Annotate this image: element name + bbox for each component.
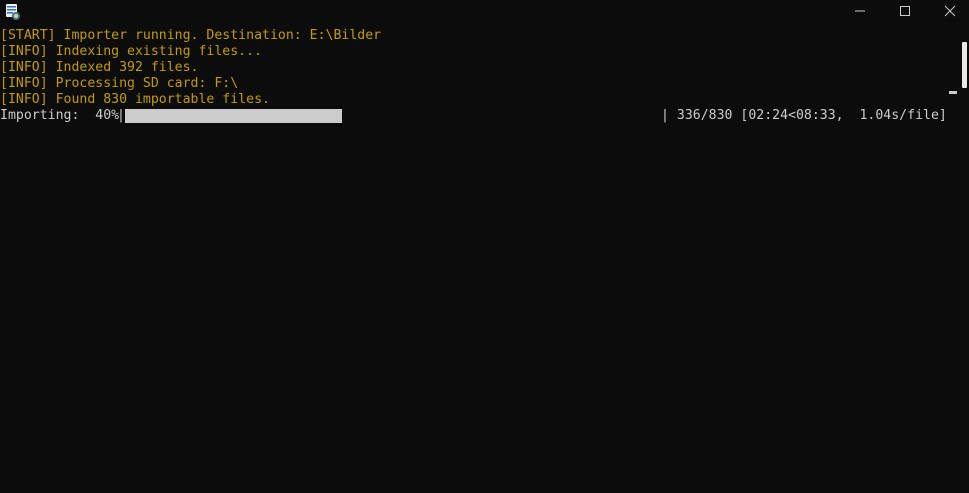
- minimize-icon: [854, 4, 866, 22]
- console-output[interactable]: [START] Importer running. Destination: E…: [0, 28, 960, 493]
- progress-label: Importing: 40%: [0, 108, 120, 123]
- vertical-scrollbar[interactable]: [960, 28, 969, 493]
- maximize-button[interactable]: [882, 0, 928, 26]
- close-icon: [944, 4, 956, 22]
- scrollbar-thumb[interactable]: [962, 42, 967, 88]
- progress-row: Importing: 40% | | 336/830 [02:24<08:33,…: [0, 108, 960, 124]
- progress-stats: | 336/830 [02:24<08:33, 1.04s/file]: [661, 108, 947, 123]
- close-button[interactable]: [927, 0, 969, 26]
- progress-separator-left: |: [117, 108, 125, 123]
- title-bar[interactable]: [0, 0, 969, 26]
- log-line-processing: [INFO] Processing SD card: F:\: [0, 76, 239, 91]
- text-cursor: [949, 91, 957, 94]
- log-line-indexed: [INFO] Indexed 392 files.: [0, 60, 199, 75]
- log-line-found: [INFO] Found 830 importable files.: [0, 92, 270, 107]
- minimize-button[interactable]: [837, 0, 883, 26]
- progress-bar-fill: [125, 109, 342, 123]
- log-line-start: [START] Importer running. Destination: E…: [0, 28, 382, 43]
- log-line-indexing: [INFO] Indexing existing files...: [0, 44, 263, 59]
- maximize-icon: [899, 4, 911, 22]
- terminal-window: [START] Importer running. Destination: E…: [0, 0, 969, 493]
- python-icon: [4, 3, 22, 21]
- progress-bar: [125, 109, 661, 123]
